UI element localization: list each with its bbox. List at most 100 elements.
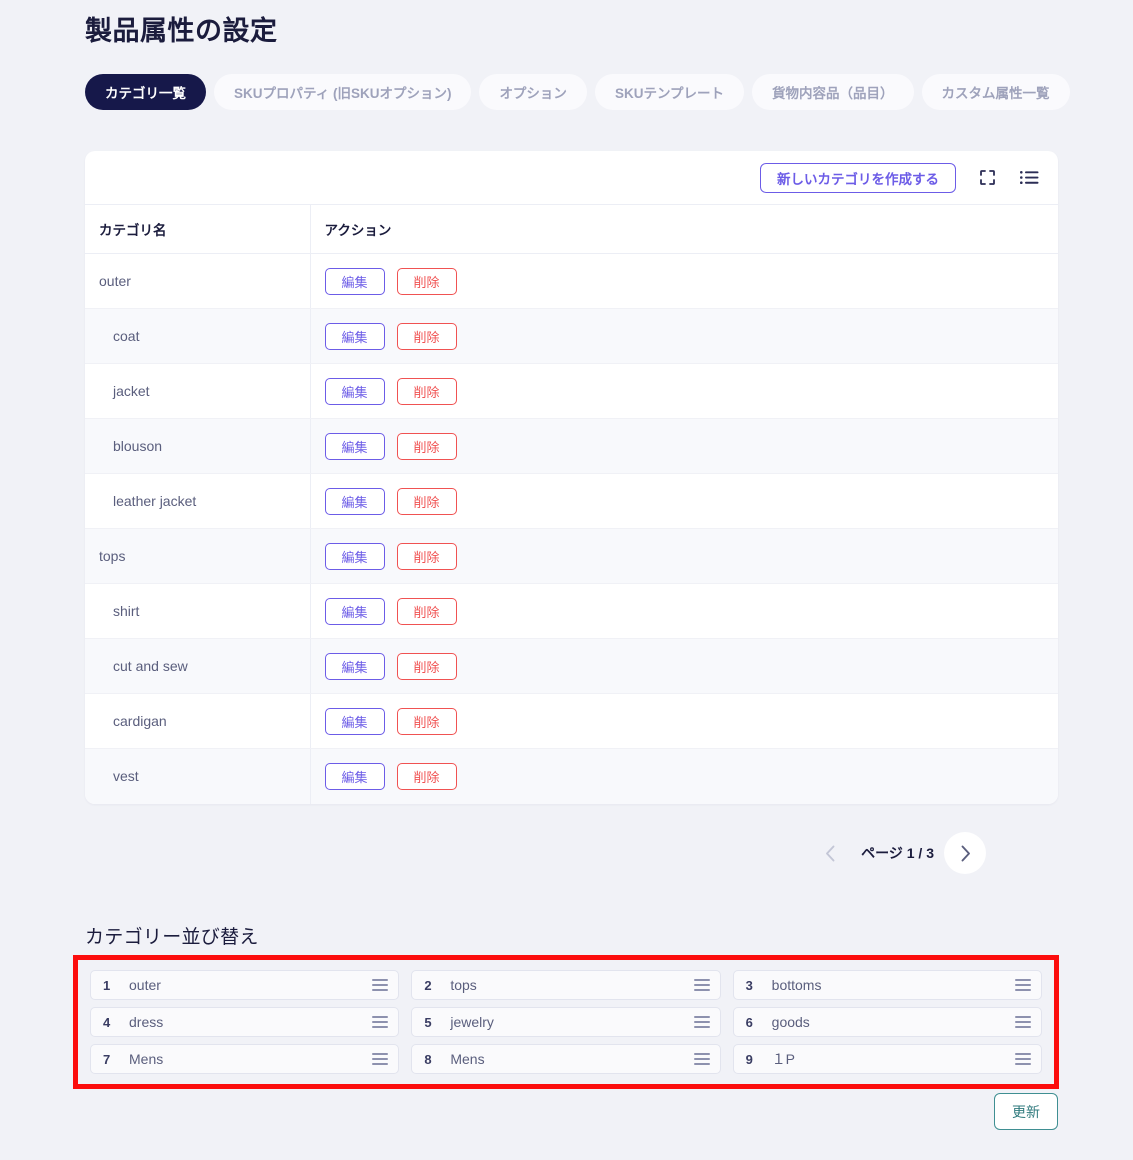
category-table: カテゴリ名 アクション outer 編集 削除 coat 編集 削除 jacket 編集 削除 b…: [85, 205, 1058, 804]
delete-button[interactable]: 削除: [396, 322, 457, 350]
reorder-item-number: 3: [745, 977, 753, 993]
reorder-item-number: 1: [103, 977, 111, 993]
table-header-row: カテゴリ名 アクション: [85, 205, 1058, 254]
action-button-group: 編集 削除: [324, 707, 1059, 735]
edit-button[interactable]: 編集: [324, 762, 385, 790]
reorder-item[interactable]: 1 outer: [90, 970, 400, 1000]
edit-button[interactable]: 編集: [324, 597, 385, 625]
reorder-item[interactable]: 2 tops: [411, 970, 721, 1000]
action-cell: 編集 削除: [310, 253, 1059, 309]
action-button-group: 編集 削除: [324, 487, 1059, 515]
delete-button[interactable]: 削除: [396, 597, 457, 625]
reorder-item-label: dress: [129, 1014, 164, 1030]
edit-button[interactable]: 編集: [324, 487, 385, 515]
action-cell: 編集 削除: [310, 748, 1059, 804]
drag-handle-icon[interactable]: [372, 1016, 389, 1028]
drag-handle-icon[interactable]: [372, 1053, 389, 1065]
table-row: cardigan 編集 削除: [85, 693, 1059, 749]
tab-5[interactable]: カスタム属性一覧: [921, 74, 1070, 110]
page-root: 製品属性の設定 カテゴリ一覧 SKUプロパティ (旧SKUオプション) オプション S…: [0, 0, 1133, 1160]
reorder-item[interactable]: 4 dress: [90, 1007, 400, 1037]
tab-3[interactable]: SKUテンプレート: [594, 74, 745, 110]
page-title: 製品属性の設定: [85, 16, 278, 46]
reorder-item[interactable]: 7 Mens: [90, 1044, 400, 1074]
drag-handle-icon[interactable]: [1015, 979, 1031, 991]
reorder-item-label: Mens: [129, 1051, 164, 1067]
column-header-action: アクション: [310, 205, 1058, 254]
action-button-group: 編集 削除: [324, 432, 1059, 460]
edit-button[interactable]: 編集: [324, 377, 385, 405]
table-row: cut and sew 編集 削除: [85, 638, 1059, 694]
drag-handle-icon[interactable]: [693, 979, 710, 991]
action-button-group: 編集 削除: [324, 597, 1059, 625]
category-name-cell: tops: [85, 528, 311, 584]
delete-button[interactable]: 削除: [396, 652, 457, 680]
action-button-group: 編集 削除: [324, 322, 1059, 350]
delete-button[interactable]: 削除: [396, 762, 457, 790]
tab-2[interactable]: オプション: [479, 74, 587, 110]
action-cell: 編集 削除: [310, 473, 1059, 529]
reorder-item[interactable]: 3 bottoms: [732, 970, 1042, 1000]
reorder-item-label: １P: [771, 1051, 795, 1067]
drag-handle-icon[interactable]: [1015, 1016, 1031, 1028]
category-name-cell: outer: [85, 253, 311, 309]
category-name-cell: cardigan: [85, 693, 311, 749]
update-button[interactable]: 更新: [994, 1093, 1058, 1130]
pagination-prev-button[interactable]: [809, 832, 851, 874]
create-category-button[interactable]: 新しいカテゴリを作成する: [760, 162, 956, 193]
column-header-name: カテゴリ名: [85, 205, 311, 254]
fullscreen-icon[interactable]: [976, 167, 998, 189]
reorder-item-label: outer: [129, 977, 161, 993]
reorder-item-number: 2: [424, 977, 432, 993]
edit-button[interactable]: 編集: [324, 652, 385, 680]
reorder-item[interactable]: 9 １P: [732, 1044, 1042, 1074]
edit-button[interactable]: 編集: [324, 322, 385, 350]
action-button-group: 編集 削除: [324, 652, 1059, 680]
reorder-highlight-box: 1 outer 2 tops 3 bottoms 4 dress 5 jewelry 6 goods 7…: [73, 955, 1059, 1089]
reorder-item-number: 7: [103, 1051, 111, 1067]
list-view-icon[interactable]: [1018, 167, 1040, 189]
action-cell: 編集 削除: [310, 363, 1058, 419]
reorder-item[interactable]: 8 Mens: [411, 1044, 721, 1074]
delete-button[interactable]: 削除: [396, 542, 457, 570]
reorder-item-number: 6: [745, 1014, 753, 1030]
action-cell: 編集 削除: [310, 528, 1059, 584]
reorder-item-number: 5: [424, 1014, 432, 1030]
edit-button[interactable]: 編集: [324, 267, 385, 295]
table-row: jacket 編集 削除: [85, 363, 1058, 419]
edit-button[interactable]: 編集: [324, 432, 385, 460]
delete-button[interactable]: 削除: [396, 267, 457, 295]
pagination-next-button[interactable]: [944, 832, 986, 874]
drag-handle-icon[interactable]: [372, 979, 389, 991]
edit-button[interactable]: 編集: [324, 542, 385, 570]
category-name-cell: shirt: [85, 583, 311, 639]
category-name-cell: jacket: [85, 363, 311, 419]
tab-bar: カテゴリ一覧 SKUプロパティ (旧SKUオプション) オプション SKUテンプレート…: [85, 74, 1070, 110]
edit-button[interactable]: 編集: [324, 707, 385, 735]
tab-1[interactable]: SKUプロパティ (旧SKUオプション): [214, 74, 472, 110]
category-name-cell: leather jacket: [85, 473, 311, 529]
tab-0[interactable]: カテゴリ一覧: [85, 74, 206, 110]
reorder-item-number: 8: [424, 1051, 432, 1067]
reorder-item[interactable]: 5 jewelry: [411, 1007, 721, 1037]
table-row: leather jacket 編集 削除: [85, 473, 1059, 529]
drag-handle-icon[interactable]: [693, 1053, 710, 1065]
delete-button[interactable]: 削除: [396, 377, 457, 405]
action-button-group: 編集 削除: [324, 762, 1059, 790]
action-button-group: 編集 削除: [324, 267, 1059, 295]
category-name-cell: vest: [85, 748, 311, 804]
table-row: coat 編集 削除: [85, 308, 1059, 364]
tab-4[interactable]: 貨物内容品（品目）: [752, 74, 914, 110]
action-cell: 編集 削除: [310, 638, 1059, 694]
action-button-group: 編集 削除: [324, 542, 1059, 570]
reorder-item[interactable]: 6 goods: [732, 1007, 1042, 1037]
reorder-item-label: goods: [771, 1014, 810, 1030]
drag-handle-icon[interactable]: [693, 1016, 710, 1028]
delete-button[interactable]: 削除: [396, 432, 457, 460]
pagination: ページ 1 / 3: [0, 832, 1058, 874]
delete-button[interactable]: 削除: [396, 487, 457, 515]
drag-handle-icon[interactable]: [1015, 1053, 1031, 1065]
category-name-cell: blouson: [85, 418, 311, 474]
delete-button[interactable]: 削除: [396, 707, 457, 735]
card-toolbar: 新しいカテゴリを作成する: [85, 151, 1058, 205]
